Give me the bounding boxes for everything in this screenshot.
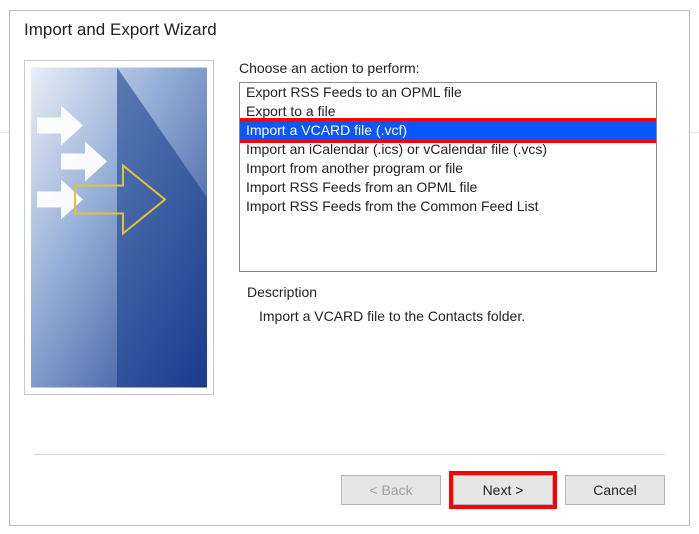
wizard-right-panel: Choose an action to perform: Export RSS …: [214, 50, 675, 395]
arrows-graphic-icon: [31, 67, 207, 388]
description-label: Description: [239, 284, 657, 300]
back-button: < Back: [341, 475, 441, 505]
wizard-sidebar-graphic: [24, 60, 214, 395]
cancel-button[interactable]: Cancel: [565, 475, 665, 505]
description-text: Import a VCARD file to the Contacts fold…: [239, 300, 657, 324]
list-item[interactable]: Import RSS Feeds from the Common Feed Li…: [240, 197, 656, 216]
dialog-title: Import and Export Wizard: [10, 11, 689, 50]
action-prompt: Choose an action to perform:: [239, 60, 675, 76]
list-item[interactable]: Import RSS Feeds from an OPML file: [240, 178, 656, 197]
description-block: Description Import a VCARD file to the C…: [239, 284, 657, 324]
list-item[interactable]: Export RSS Feeds to an OPML file: [240, 83, 656, 102]
button-separator: [34, 454, 665, 455]
list-item[interactable]: Import from another program or file: [240, 159, 656, 178]
list-item[interactable]: Export to a file: [240, 102, 656, 121]
button-row: < Back Next > Cancel: [341, 475, 665, 505]
list-item[interactable]: Import an iCalendar (.ics) or vCalendar …: [240, 140, 656, 159]
dialog-content: Choose an action to perform: Export RSS …: [10, 50, 689, 395]
action-listbox[interactable]: Export RSS Feeds to an OPML file Export …: [239, 82, 657, 272]
list-item-selected[interactable]: Import a VCARD file (.vcf): [240, 121, 656, 140]
next-button[interactable]: Next >: [453, 475, 553, 505]
import-export-wizard-dialog: Import and Export Wizard: [9, 10, 690, 526]
